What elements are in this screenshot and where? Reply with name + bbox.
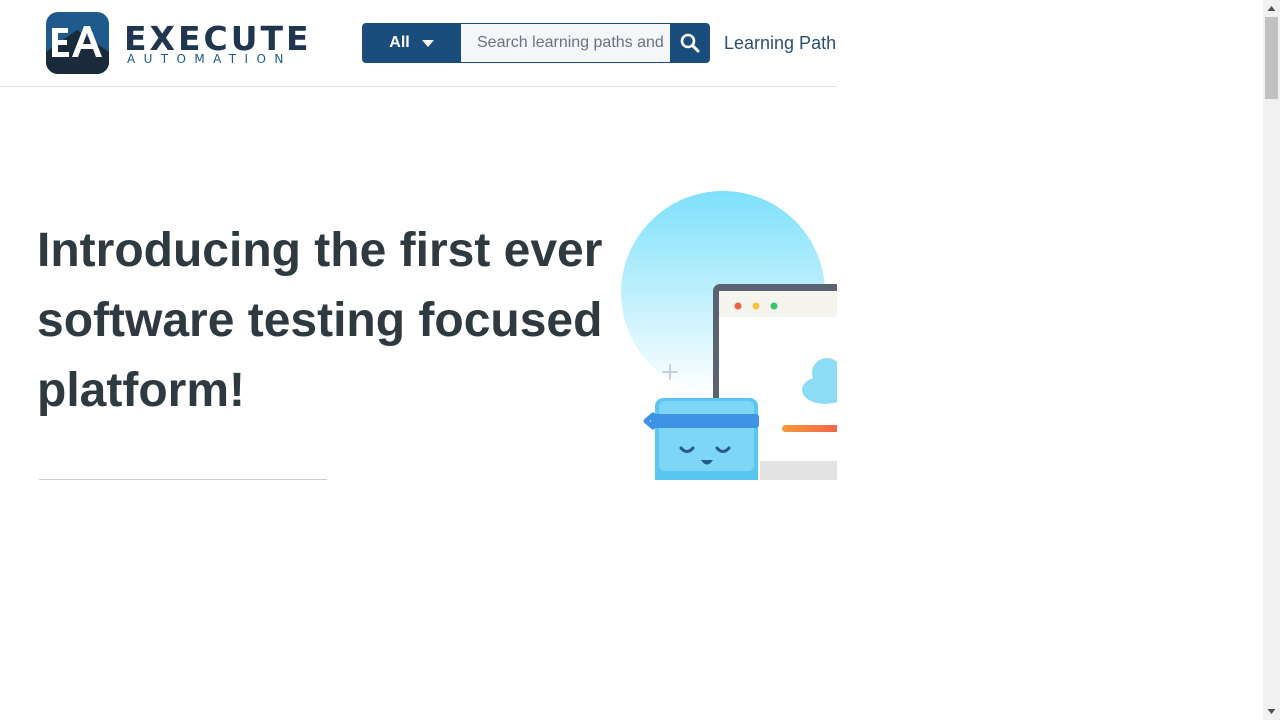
hero-divider: [39, 479, 327, 480]
page-scrollbar[interactable]: [1263, 0, 1280, 720]
site-header: EXECUTE AUTOMATION All Learning Path: [0, 0, 837, 87]
search-icon: [680, 33, 700, 53]
page-viewport: EXECUTE AUTOMATION All Learning Path Int…: [0, 0, 837, 480]
hero-title: Introducing the first ever software test…: [37, 224, 603, 417]
search-category-label: All: [389, 34, 410, 51]
hero-illustration: [615, 185, 837, 480]
chevron-down-icon: [421, 39, 434, 47]
nav-learning-paths[interactable]: Learning Path: [724, 33, 836, 53]
search-input[interactable]: [461, 23, 670, 63]
scroll-down-arrow-icon[interactable]: [1263, 703, 1280, 720]
scrollbar-thumb[interactable]: [1265, 17, 1278, 99]
search-button[interactable]: [670, 23, 710, 63]
logo-wordmark: EXECUTE: [124, 19, 312, 58]
search-category-dropdown[interactable]: All: [362, 23, 461, 63]
scroll-up-arrow-icon[interactable]: [1263, 0, 1280, 17]
logo-mark-icon: [46, 12, 109, 74]
logo-tagline: AUTOMATION: [127, 52, 292, 66]
search-bar: All: [362, 23, 710, 63]
site-logo[interactable]: EXECUTE AUTOMATION: [46, 12, 309, 74]
